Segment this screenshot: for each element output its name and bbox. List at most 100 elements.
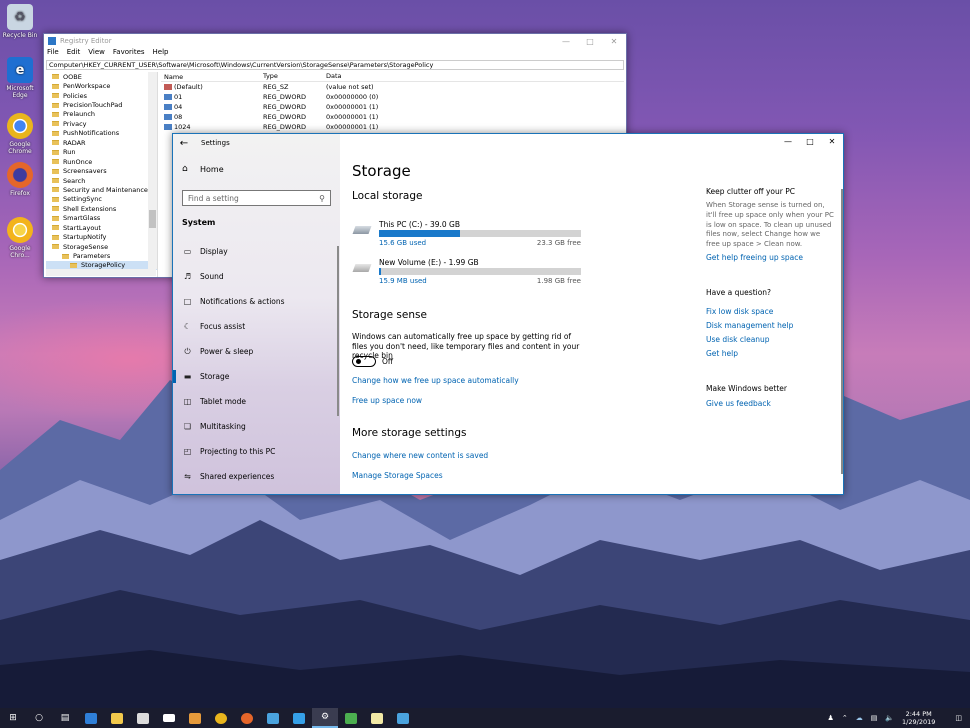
nav-item-focus-assist[interactable]: ☾ Focus assist <box>173 314 340 339</box>
menu-edit[interactable]: Edit <box>67 48 81 59</box>
link-get-help-freeing[interactable]: Get help freeing up space <box>706 253 803 262</box>
clock[interactable]: 2:44 PM 1/29/2019 <box>902 710 935 726</box>
taskbar-vscode[interactable] <box>286 708 312 728</box>
taskbar-photos[interactable] <box>338 708 364 728</box>
tree-node[interactable]: Security and Maintenance <box>46 185 157 194</box>
link-manage-storage-spaces[interactable]: Manage Storage Spaces <box>352 471 443 480</box>
tree-node[interactable]: Run <box>46 148 157 157</box>
settings-search-input[interactable]: Find a setting ⚲ <box>182 190 331 206</box>
onedrive-icon[interactable]: ☁ <box>856 714 863 722</box>
content-scrollbar[interactable] <box>841 189 843 474</box>
value-row[interactable]: 08 REG_DWORD 0x00000001 (1) <box>161 112 624 122</box>
desktop-icon-recycle-bin[interactable]: ♻ Recycle Bin <box>0 4 40 39</box>
menu-help[interactable]: Help <box>153 48 169 59</box>
link-free-up-now[interactable]: Free up space now <box>352 396 422 405</box>
taskbar-firefox[interactable] <box>234 708 260 728</box>
maximize-button[interactable]: □ <box>578 37 602 46</box>
desktop-icon-chrome[interactable]: Google Chrome <box>0 113 40 155</box>
tree-node[interactable]: PushNotifications <box>46 129 157 138</box>
tree-node[interactable]: OOBE <box>46 72 157 81</box>
value-row[interactable]: (Default) REG_SZ (value not set) <box>161 82 624 92</box>
scroll-thumb[interactable] <box>149 210 156 228</box>
tree-node[interactable]: StorageSense <box>46 242 157 251</box>
tree-node[interactable]: StartLayout <box>46 223 157 232</box>
taskbar-edge[interactable] <box>78 708 104 728</box>
tree-node[interactable]: PenWorkspace <box>46 81 157 90</box>
link-disk-cleanup[interactable]: Use disk cleanup <box>706 335 770 344</box>
settings-titlebar[interactable]: ← Settings <box>173 134 340 152</box>
taskbar-visual-studio[interactable] <box>390 708 416 728</box>
tree-node[interactable]: RADAR <box>46 138 157 147</box>
link-get-help[interactable]: Get help <box>706 349 738 358</box>
tree-node[interactable]: Shell Extensions <box>46 204 157 213</box>
show-hidden-icons-icon[interactable]: ⌃ <box>842 714 848 722</box>
tree-node[interactable]: Screensavers <box>46 166 157 175</box>
nav-item-notifications[interactable]: □ Notifications & actions <box>173 289 340 314</box>
taskbar-store[interactable] <box>130 708 156 728</box>
nav-item-storage[interactable]: ▬ Storage <box>173 364 340 389</box>
taskbar-chrome[interactable] <box>208 708 234 728</box>
tree-node[interactable]: SmartGlass <box>46 214 157 223</box>
nav-item-shared-experiences[interactable]: ⇋ Shared experiences <box>173 464 340 489</box>
menu-view[interactable]: View <box>88 48 105 59</box>
close-button[interactable]: ✕ <box>821 134 843 150</box>
tree-node[interactable]: Parameters <box>46 251 157 260</box>
tree-node[interactable]: StartupNotify <box>46 232 157 241</box>
link-change-save-location[interactable]: Change where new content is saved <box>352 451 488 460</box>
nav-item-tablet-mode[interactable]: ◫ Tablet mode <box>173 389 340 414</box>
column-data[interactable]: Data <box>326 72 476 81</box>
taskbar-file-explorer[interactable] <box>104 708 130 728</box>
tree-node[interactable]: SettingSync <box>46 195 157 204</box>
link-give-feedback[interactable]: Give us feedback <box>706 399 771 408</box>
link-disk-management[interactable]: Disk management help <box>706 321 793 330</box>
taskbar-remote-desktop[interactable] <box>260 708 286 728</box>
tree-node[interactable]: RunOnce <box>46 157 157 166</box>
desktop-icon-edge[interactable]: e Microsoft Edge <box>0 57 40 99</box>
nav-scrollbar[interactable] <box>337 246 339 416</box>
column-type[interactable]: Type <box>263 72 326 81</box>
tree-node[interactable]: Search <box>46 176 157 185</box>
tree-horizontal-scrollbar[interactable] <box>46 269 156 276</box>
value-row[interactable]: 1024 REG_DWORD 0x00000001 (1) <box>161 122 624 132</box>
tree-node[interactable]: PrecisionTouchPad <box>46 100 157 109</box>
taskbar-settings[interactable]: ⚙ <box>312 708 338 728</box>
registry-titlebar[interactable]: Registry Editor — □ ✕ <box>44 34 626 48</box>
network-icon[interactable]: ▤ <box>871 714 878 722</box>
tree-node[interactable]: Policies <box>46 91 157 100</box>
taskbar-notepad[interactable] <box>364 708 390 728</box>
link-change-free-up[interactable]: Change how we free up space automaticall… <box>352 376 519 385</box>
column-name[interactable]: Name <box>161 72 263 81</box>
nav-item-power-sleep[interactable]: ⏻ Power & sleep <box>173 339 340 364</box>
close-button[interactable]: ✕ <box>602 37 626 46</box>
nav-item-projecting[interactable]: ◰ Projecting to this PC <box>173 439 340 464</box>
cortana-button[interactable]: ○ <box>26 708 52 728</box>
start-button[interactable]: ⊞ <box>0 708 26 728</box>
desktop-icon-chrome-canary[interactable]: Google Chro... <box>0 217 40 259</box>
nav-item-sound[interactable]: ♬ Sound <box>173 264 340 289</box>
settings-window[interactable]: ← Settings ⌂ Home Find a setting ⚲ Syste… <box>172 133 844 495</box>
taskbar-mail[interactable] <box>156 708 182 728</box>
drive-c[interactable]: This PC (C:) - 39.0 GB 15.6 GB used 23.3… <box>352 220 582 250</box>
desktop-icon-firefox[interactable]: Firefox <box>0 162 40 197</box>
drive-e[interactable]: New Volume (E:) - 1.99 GB 15.9 MB used 1… <box>352 258 582 288</box>
action-center-icon[interactable]: ◫ <box>955 714 962 722</box>
menu-favorites[interactable]: Favorites <box>113 48 145 59</box>
taskbar-winamp[interactable] <box>182 708 208 728</box>
minimize-button[interactable]: — <box>554 37 578 46</box>
storage-sense-toggle[interactable] <box>352 356 376 367</box>
nav-item-display[interactable]: ▭ Display <box>173 239 340 264</box>
value-row[interactable]: 04 REG_DWORD 0x00000001 (1) <box>161 102 624 112</box>
task-view-button[interactable]: ▤ <box>52 708 78 728</box>
address-bar[interactable]: Computer\HKEY_CURRENT_USER\Software\Micr… <box>46 60 624 70</box>
nav-home[interactable]: ⌂ Home <box>173 158 340 180</box>
value-row[interactable]: 01 REG_DWORD 0x00000000 (0) <box>161 92 624 102</box>
tree-node[interactable]: Prelaunch <box>46 110 157 119</box>
volume-icon[interactable]: 🔈 <box>885 714 894 722</box>
nav-item-multitasking[interactable]: ❏ Multitasking <box>173 414 340 439</box>
people-icon[interactable]: ♟ <box>828 714 834 722</box>
link-fix-low-disk[interactable]: Fix low disk space <box>706 307 773 316</box>
tree-node[interactable]: Privacy <box>46 119 157 128</box>
back-arrow-icon[interactable]: ← <box>173 138 195 149</box>
menu-file[interactable]: File <box>47 48 59 59</box>
maximize-button[interactable]: □ <box>799 134 821 150</box>
